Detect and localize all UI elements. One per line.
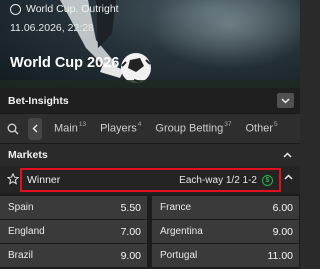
bet-insights-bar[interactable]: Bet-Insights: [0, 88, 300, 113]
selection-argentina[interactable]: Argentina 9.00: [152, 220, 299, 243]
tab-count: 4: [137, 121, 142, 129]
tab-group-betting[interactable]: Group Betting37: [155, 121, 232, 135]
chevron-up-icon[interactable]: [284, 174, 293, 180]
odds-price: 11.00: [267, 249, 294, 262]
each-way-terms: Each-way 1/2 1-2 $: [179, 174, 273, 186]
odds-price: 5.50: [120, 201, 141, 214]
winner-market-label: Winner: [27, 174, 61, 186]
markets-label: Markets: [8, 149, 48, 161]
competition-label: World Cup. Outright: [26, 3, 119, 15]
market-tabs: Main13 Players4 Group Betting37 Other5: [0, 113, 300, 143]
search-icon[interactable]: [0, 114, 26, 144]
each-way-label: Each-way 1/2 1-2: [179, 174, 257, 186]
selection-portugal[interactable]: Portugal 11.00: [152, 244, 299, 267]
event-header: World Cup. Outright 11.06.2026, 22:28 Wo…: [0, 0, 300, 88]
event-datetime: 11.06.2026, 22:28: [10, 22, 94, 34]
odds-price: 7.00: [120, 225, 141, 238]
winner-market-highlight[interactable]: Winner Each-way 1/2 1-2 $: [20, 168, 281, 192]
winner-market-row[interactable]: Winner Each-way 1/2 1-2 $: [0, 166, 300, 194]
selection-england[interactable]: England 7.00: [0, 220, 147, 243]
selection-spain[interactable]: Spain 5.50: [0, 196, 147, 219]
chevron-down-icon[interactable]: [277, 93, 294, 108]
tab-players[interactable]: Players4: [100, 121, 142, 135]
bet-insights-label: Bet-Insights: [8, 94, 69, 107]
star-icon[interactable]: [7, 173, 19, 185]
odds-price: 9.00: [272, 225, 293, 238]
tab-count: 5: [274, 121, 278, 129]
odds-price: 9.00: [120, 249, 141, 262]
odds-grid: Spain 5.50 France 6.00 England 7.00 Arge…: [0, 194, 300, 269]
event-title: World Cup 2026: [10, 55, 120, 71]
tab-count: 13: [78, 121, 87, 129]
tab-main[interactable]: Main13: [54, 121, 87, 135]
tab-other[interactable]: Other5: [246, 121, 278, 135]
each-way-icon: $: [262, 174, 273, 186]
odds-price: 6.00: [272, 201, 293, 214]
football-icon: [10, 3, 21, 15]
chevron-up-icon[interactable]: [283, 152, 292, 158]
selection-france[interactable]: France 6.00: [152, 196, 299, 219]
markets-header[interactable]: Markets: [0, 143, 300, 166]
scroll-left-icon[interactable]: [28, 117, 42, 140]
tab-count: 37: [224, 121, 232, 129]
selection-brazil[interactable]: Brazil 9.00: [0, 244, 147, 267]
